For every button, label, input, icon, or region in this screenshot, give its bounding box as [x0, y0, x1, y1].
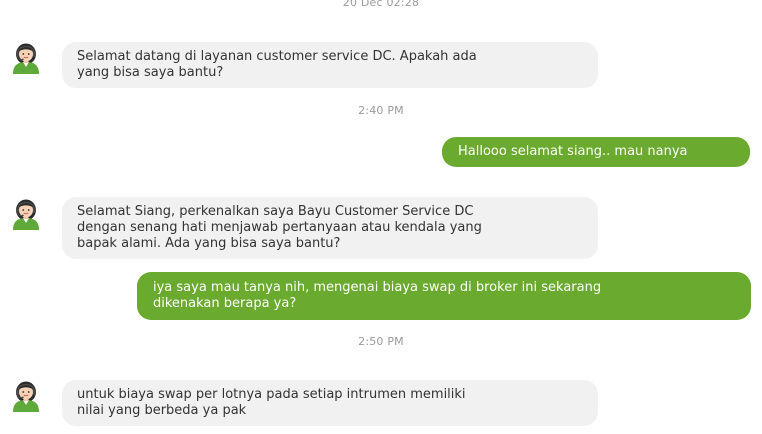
- message-line: yang bisa saya bantu?: [77, 65, 224, 80]
- message-line: Selamat Siang, perkenalkan saya Bayu Cus…: [77, 204, 474, 219]
- agent-message: Selamat datang di layanan customer servi…: [62, 42, 598, 88]
- message-line: dengan senang hati menjawab pertanyaan a…: [77, 220, 482, 235]
- timestamp: 2:50 PM: [358, 335, 404, 348]
- message-line: iya saya mau tanya nih, mengenai biaya s…: [153, 280, 602, 295]
- timestamp: 2:40 PM: [358, 104, 404, 117]
- timestamp: 20 Dec 02:28: [342, 0, 420, 9]
- agent-avatar-icon: [8, 40, 44, 74]
- message-line: Hallooo selamat siang.. mau nanya: [458, 144, 688, 159]
- message-line: Selamat datang di layanan customer servi…: [77, 49, 477, 64]
- agent-avatar-icon: [8, 196, 44, 230]
- agent-message: Selamat Siang, perkenalkan saya Bayu Cus…: [62, 197, 598, 259]
- user-message: Hallooo selamat siang.. mau nanya: [442, 137, 750, 167]
- chat-conversation: 20 Dec 02:28 Selamat datang di layanan c…: [0, 0, 762, 434]
- message-line: bapak alami. Ada yang bisa saya bantu?: [77, 236, 341, 251]
- message-line: nilai yang berbeda ya pak: [77, 403, 247, 418]
- message-line: untuk biaya swap per lotnya pada setiap …: [77, 387, 466, 402]
- message-line: dikenakan berapa ya?: [153, 296, 297, 311]
- agent-avatar-icon: [8, 378, 44, 412]
- user-message: iya saya mau tanya nih, mengenai biaya s…: [137, 272, 751, 320]
- agent-message: untuk biaya swap per lotnya pada setiap …: [62, 380, 598, 426]
